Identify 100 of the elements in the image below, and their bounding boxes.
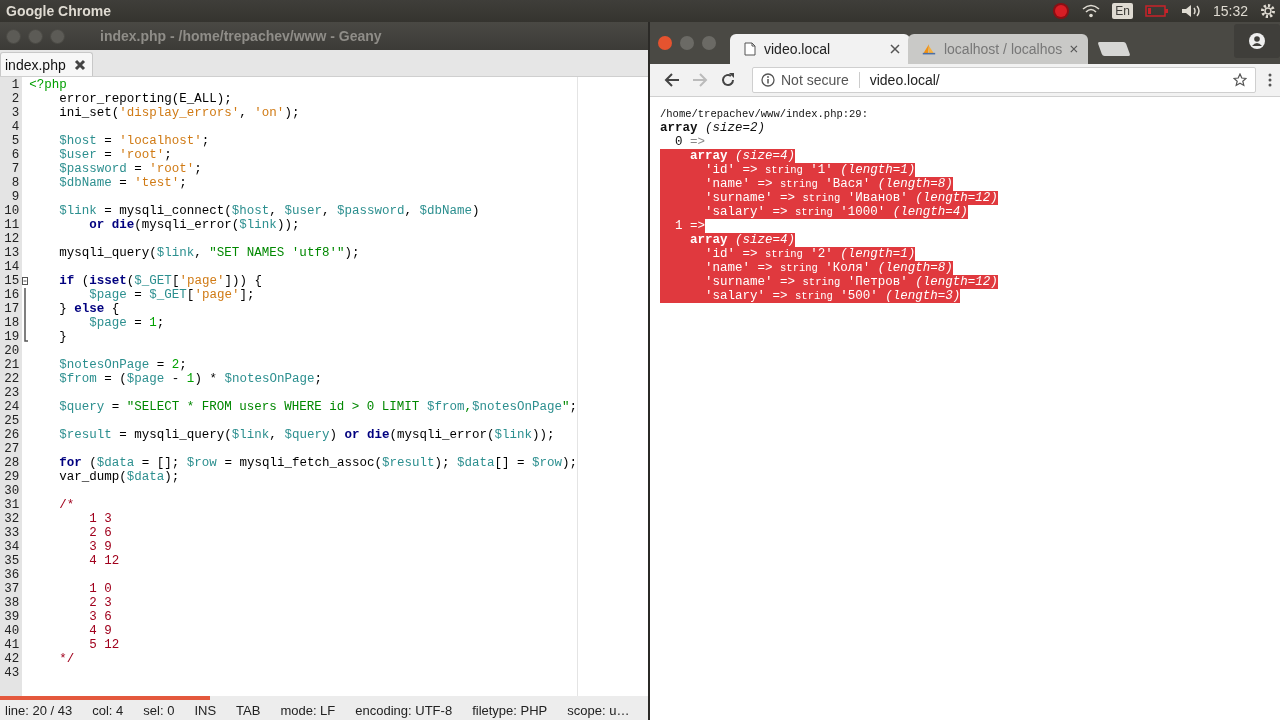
code-line: } else { [58,302,120,316]
line-number: 17 [3,302,21,316]
line-number: 34 [3,540,21,554]
code-line: error_reporting(E_ALL); [58,92,232,106]
line-number: 12 [3,232,21,246]
status-item: TAB [236,702,261,718]
code-line: 4 12 [88,554,120,568]
line-number: 1 [10,78,21,92]
code-line: if (isset($_GET['page'])) { [58,274,262,288]
profile-button[interactable] [1234,24,1280,58]
info-icon[interactable] [761,73,775,87]
code-line: $notesOnPage = 2; [58,358,187,372]
code-line: $link = mysqli_connect($host, $user, $password, $dbName) [58,204,480,218]
code-line: 2 6 [88,526,112,540]
code-line: $host = 'localhost'; [58,134,210,148]
code-line: /* [58,498,75,512]
code-line: $dbName = 'test'; [58,176,187,190]
line-number: 28 [3,456,21,470]
line-number: 18 [3,316,21,330]
code-line: 4 9 [88,624,112,638]
line-number: 20 [3,344,21,358]
code-line: $password = 'root'; [58,162,202,176]
status-item: INS [194,702,217,718]
reload-icon[interactable] [720,72,736,88]
close-icon[interactable] [890,44,900,54]
line-number: 7 [10,162,21,176]
line-number: 33 [3,526,21,540]
code-line: $page = 1; [88,316,165,330]
line-number: 35 [3,554,21,568]
code-line: <?php [29,78,67,92]
wifi-icon[interactable] [1082,4,1101,18]
line-number: 39 [3,610,21,624]
line-number: 43 [3,666,21,680]
line-number: 37 [3,582,21,596]
security-label: Not secure [781,72,849,88]
dump-line: array (size=2) [660,121,766,135]
fold-toggle-icon[interactable] [22,274,29,288]
code-line: */ [58,652,75,666]
code-line: 5 12 [88,638,120,652]
code-line: $result = mysqli_query($link, $query) or die(mysqli_error($link)); [58,428,555,442]
app-title: Google Chrome [6,3,112,19]
code-line: 1 3 [88,512,112,526]
code-line: var_dump($data); [58,470,180,484]
line-number: 40 [3,624,21,638]
line-number: 22 [3,372,21,386]
line-number: 41 [3,638,21,652]
code-line: 3 6 [88,610,112,624]
code-line: ini_set('display_errors', 'on'); [58,106,300,120]
power-gear-icon[interactable] [1260,3,1276,19]
status-item: filetype: PHP [472,702,548,718]
line-number: 13 [3,246,21,260]
speaker-icon[interactable] [1180,4,1201,18]
line-number: 25 [3,414,21,428]
line-number: 30 [3,484,21,498]
code-line: for ($data = []; $row = mysqli_fetch_assoc($result); $data[] = $row); [58,456,577,470]
line-number: 14 [3,260,21,274]
url-text: video.local/ [869,72,941,88]
line-number: 23 [3,386,21,400]
line-number: 5 [10,134,21,148]
person-icon [1249,33,1265,49]
scrollbar-thumb[interactable] [0,696,210,700]
line-number: 8 [10,176,21,190]
sail-logo-icon [922,42,936,56]
keyboard-layout-indicator[interactable]: En [1112,3,1133,19]
line-number: 29 [3,470,21,484]
line-number: 38 [3,596,21,610]
line-number: 42 [3,652,21,666]
close-icon[interactable] [73,58,86,71]
dump-line: /home/trepachev/www/index.php:29: [660,107,868,121]
line-number: 16 [3,288,21,302]
line-number: 24 [3,400,21,414]
file-tab[interactable]: index.php [0,52,93,76]
line-number: 27 [3,442,21,456]
code-line: 1 0 [88,582,112,596]
document-icon [744,42,756,56]
menu-icon[interactable] [1268,73,1272,87]
line-number: 36 [3,568,21,582]
line-number: 21 [3,358,21,372]
close-icon[interactable] [1070,44,1078,54]
line-number: 3 [10,106,21,120]
line-number: 26 [3,428,21,442]
browser-tab[interactable]: video.local [730,34,910,64]
dump-line: 0 => [674,135,706,149]
back-icon[interactable] [664,72,680,88]
code-line: or die(mysqli_error($link)); [88,218,300,232]
window-title: index.php - /home/trepachev/www - Geany [100,28,382,44]
code-line: $query = "SELECT * FROM users WHERE id > 0 LIMIT $from,$notesOnPage"; [58,400,577,414]
line-number: 4 [10,120,21,134]
address-bar[interactable]: Not secure video.local/ [752,67,1256,93]
star-icon[interactable] [1233,73,1247,87]
new-tab-button[interactable] [1097,42,1131,56]
line-number: 15 [3,274,21,288]
clock-time: 15:32 [1212,3,1248,19]
line-number: 11 [3,218,21,232]
status-item: scope: u… [567,702,630,718]
line-number: 19 [3,330,21,344]
record-icon[interactable] [1052,2,1071,20]
code-line: $user = 'root'; [58,148,172,162]
code-line: 3 9 [88,540,112,554]
line-number: 31 [3,498,21,512]
